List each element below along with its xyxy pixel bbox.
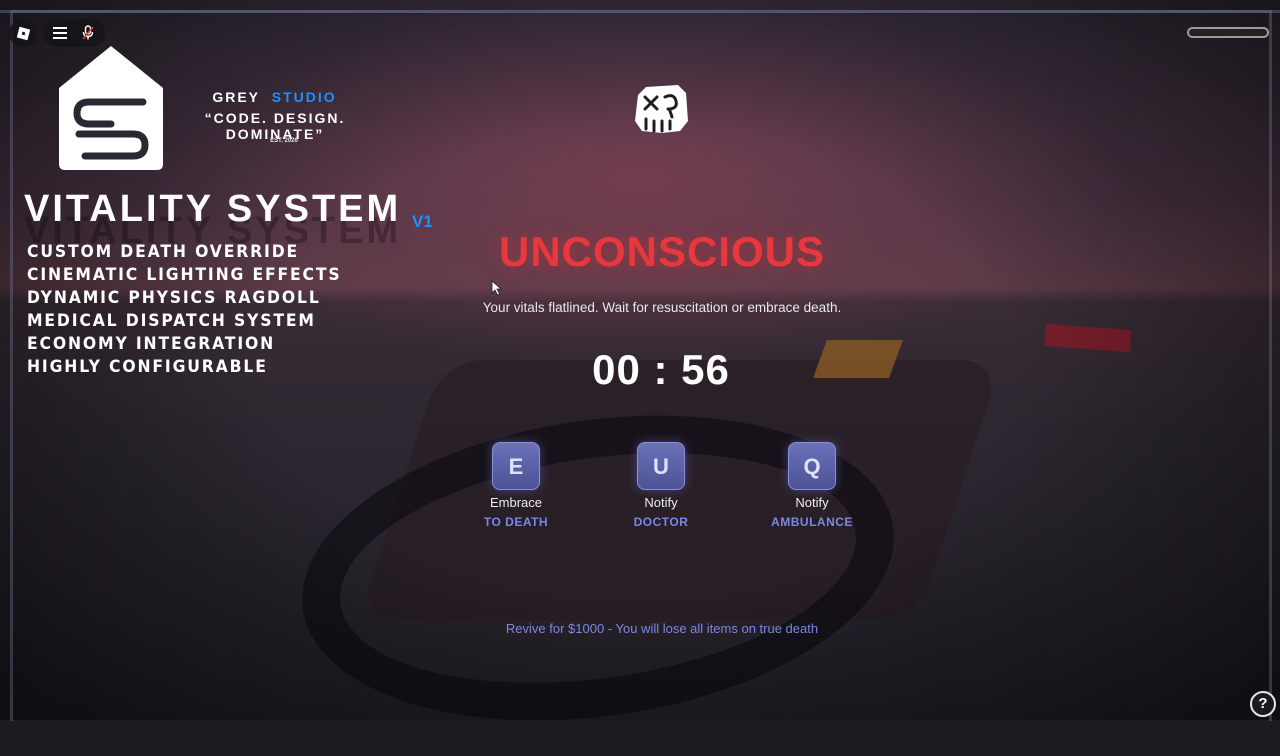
action-notify-doctor[interactable]: U Notify DOCTOR <box>606 442 716 529</box>
skull-icon <box>635 85 688 133</box>
product-title: VITALITY SYSTEM <box>24 188 402 230</box>
top-right-status-bar <box>1187 27 1269 38</box>
brand-established: EST. 2026 <box>270 138 298 144</box>
action-label: Notify <box>644 495 678 510</box>
roblox-logo-icon <box>16 26 30 40</box>
feature-item: CINEMATIC LIGHTING EFFECTS <box>27 265 342 285</box>
action-notify-ambulance[interactable]: Q Notify AMBULANCE <box>757 442 867 529</box>
feature-list: CUSTOM DEATH OVERRIDE CINEMATIC LIGHTING… <box>27 241 369 379</box>
keycap-e[interactable]: E <box>492 442 540 490</box>
action-label: Notify <box>795 495 829 510</box>
keycap-q[interactable]: Q <box>788 442 836 490</box>
feature-item: HIGHLY CONFIGURABLE <box>27 357 268 377</box>
action-label: Embrace <box>489 495 543 510</box>
mouse-cursor-icon <box>491 280 503 296</box>
countdown-timer: 00 : 56 <box>592 346 730 393</box>
feature-item: CUSTOM DEATH OVERRIDE <box>27 242 300 262</box>
grey-studio-house-logo: GS <box>59 46 163 170</box>
action-embrace-death[interactable]: E Embrace TO DEATH <box>461 442 571 529</box>
hamburger-menu-icon[interactable] <box>53 27 67 39</box>
product-version: V1 <box>412 212 433 231</box>
action-target: TO DEATH <box>483 515 549 529</box>
feature-item: MEDICAL DISPATCH SYSTEM <box>27 311 316 331</box>
revive-note: Revive for $1000 - You will lose all ite… <box>505 621 819 636</box>
action-target: DOCTOR <box>633 515 689 529</box>
status-title: UNCONSCIOUS <box>498 228 826 275</box>
keycap-u[interactable]: U <box>637 442 685 490</box>
feature-item: ECONOMY INTEGRATION <box>27 334 276 354</box>
microphone-muted-icon[interactable] <box>81 25 95 41</box>
brand-name: GREY STUDIO <box>212 89 337 105</box>
roblox-logo-button[interactable] <box>9 19 37 47</box>
feature-item: DYNAMIC PHYSICS RAGDOLL <box>27 288 321 308</box>
status-message: Your vitals flatlined. Wait for resuscit… <box>482 300 842 315</box>
help-icon[interactable]: ? <box>1250 691 1276 717</box>
action-target: AMBULANCE <box>771 515 853 529</box>
